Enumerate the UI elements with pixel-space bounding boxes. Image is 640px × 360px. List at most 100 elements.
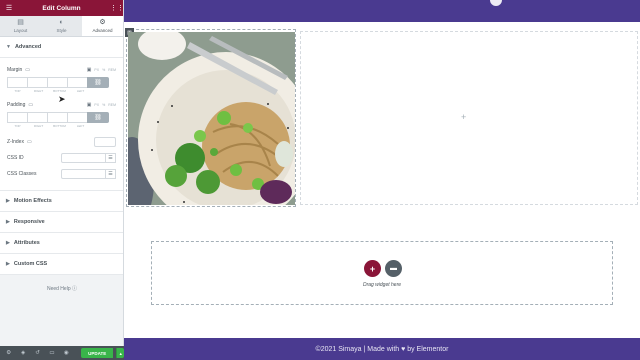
edit-units-icon[interactable]: ▣ <box>87 102 92 108</box>
css-classes-label: CSS Classes <box>7 171 37 177</box>
caret-down-icon: ▼ <box>6 44 11 50</box>
preview-icon[interactable]: ◉ <box>61 350 72 356</box>
edit-units-icon[interactable]: ▣ <box>87 67 92 73</box>
margin-right-input[interactable] <box>27 77 48 88</box>
section-label: Motion Effects <box>13 198 52 204</box>
advanced-controls: Margin ▭ ▣ PX % REM ⛓ TOP RIGHT BOTTOM L… <box>0 58 123 191</box>
unit-percent[interactable]: % <box>102 103 105 107</box>
section-motion-effects[interactable]: ▶ Motion Effects <box>0 191 123 212</box>
site-header-band <box>124 0 640 22</box>
unit-rem[interactable]: REM <box>108 68 116 72</box>
dynamic-tags-button[interactable]: ☰ <box>106 153 116 163</box>
add-section-button[interactable]: + <box>364 260 381 277</box>
padding-inputs: ⛓ <box>7 112 116 123</box>
section-label: Responsive <box>13 219 45 225</box>
desktop-icon[interactable]: ▭ <box>25 67 30 73</box>
tab-layout[interactable]: ▤ Layout <box>0 16 41 36</box>
caret-right-icon: ▶ <box>6 219 10 225</box>
site-footer: ©2021 Simaya | Made with ♥ by Elementor <box>124 338 640 360</box>
desktop-icon[interactable]: ▭ <box>27 139 32 145</box>
padding-right-input[interactable] <box>27 112 48 123</box>
mouse-cursor-icon: ➤ <box>58 94 66 104</box>
update-options-button[interactable]: ▲ <box>116 348 124 358</box>
database-icon: ☰ <box>108 155 113 161</box>
question-icon: ⓘ <box>72 286 78 292</box>
z-index-label: Z-Index <box>7 139 24 145</box>
padding-units: ▣ PX % REM <box>87 102 116 108</box>
padding-dimension-labels: TOP RIGHT BOTTOM LEFT <box>7 123 116 129</box>
desktop-icon[interactable]: ▭ <box>28 102 33 108</box>
caret-right-icon: ▶ <box>6 240 10 246</box>
dynamic-tags-button[interactable]: ☰ <box>106 169 116 179</box>
panel-footer: ⚙ ◈ ↺ ▭ ◉ UPDATE ▲ <box>0 346 124 360</box>
dim-label-right: RIGHT <box>33 124 44 128</box>
gear-icon: ⚙ <box>99 19 106 26</box>
section-custom-css[interactable]: ▶ Custom CSS <box>0 254 123 275</box>
dim-label-top: TOP <box>14 89 21 93</box>
unit-px[interactable]: PX <box>94 68 99 72</box>
panel-header: ☰ Edit Column ⋮⋮ <box>0 0 124 16</box>
dim-label-top: TOP <box>14 124 21 128</box>
need-help-label: Need Help <box>46 286 71 292</box>
tab-label: Advanced <box>92 28 113 33</box>
plus-icon: + <box>369 263 376 274</box>
css-id-control: CSS ID ☰ <box>7 150 116 166</box>
drop-zone[interactable]: + ▬ Drag widget here <box>151 241 613 305</box>
link-icon: ⛓ <box>94 115 102 121</box>
section-attributes[interactable]: ▶ Attributes <box>0 233 123 254</box>
tab-advanced[interactable]: ⚙ Advanced <box>82 16 123 36</box>
drop-zone-text: Drag widget here <box>362 282 402 288</box>
selected-column[interactable]: ▥ <box>125 28 296 207</box>
section-label: Attributes <box>13 240 40 246</box>
section-label: Custom CSS <box>13 261 48 267</box>
responsive-icon[interactable]: ▭ <box>46 350 57 356</box>
section-advanced[interactable]: ▼ Advanced <box>0 37 123 58</box>
margin-left-input[interactable] <box>67 77 88 88</box>
css-classes-input[interactable] <box>61 169 106 179</box>
need-help-link[interactable]: Need Help ⓘ <box>0 285 124 292</box>
settings-icon[interactable]: ⚙ <box>3 350 14 356</box>
navigator-icon[interactable]: ◈ <box>17 350 28 356</box>
padding-top-input[interactable] <box>7 112 28 123</box>
padding-label: Padding <box>7 102 26 108</box>
page-canvas: ▥ <box>124 0 640 360</box>
css-id-input[interactable] <box>61 153 106 163</box>
padding-bottom-input[interactable] <box>47 112 68 123</box>
dim-label-right: RIGHT <box>33 89 44 93</box>
margin-inputs: ⛓ <box>7 77 116 88</box>
add-element-icon[interactable]: + <box>461 113 466 122</box>
layout-icon: ▤ <box>17 19 24 26</box>
margin-top-input[interactable] <box>7 77 28 88</box>
dim-label-bottom: BOTTOM <box>53 124 66 128</box>
link-icon: ⛓ <box>94 80 102 86</box>
z-index-input[interactable] <box>94 137 116 147</box>
caret-up-icon: ▲ <box>118 350 123 356</box>
add-template-button[interactable]: ▬ <box>385 260 402 277</box>
unit-px[interactable]: PX <box>94 103 99 107</box>
folder-icon: ▬ <box>390 265 397 272</box>
dim-label-left: LEFT <box>76 124 85 128</box>
footer-text: ©2021 Simaya | Made with ♥ by Elementor <box>315 345 449 353</box>
section-responsive[interactable]: ▶ Responsive <box>0 212 123 233</box>
dim-label-left: LEFT <box>76 89 85 93</box>
margin-label: Margin <box>7 67 23 73</box>
empty-column[interactable]: + <box>300 31 638 205</box>
padding-left-input[interactable] <box>67 112 88 123</box>
css-id-label: CSS ID <box>7 155 24 161</box>
update-button[interactable]: UPDATE <box>81 348 114 358</box>
link-values-button[interactable]: ⛓ <box>87 112 109 123</box>
caret-right-icon: ▶ <box>6 261 10 267</box>
site-logo <box>490 0 502 6</box>
grid-icon[interactable]: ⋮⋮ <box>110 4 124 12</box>
food-image[interactable] <box>128 32 295 205</box>
database-icon: ☰ <box>108 171 113 177</box>
margin-bottom-input[interactable] <box>47 77 68 88</box>
tab-style[interactable]: ◐ Style <box>41 16 82 36</box>
drop-zone-buttons: + ▬ <box>364 260 402 277</box>
unit-percent[interactable]: % <box>102 68 105 72</box>
unit-rem[interactable]: REM <box>108 103 116 107</box>
css-classes-control: CSS Classes ☰ <box>7 166 116 182</box>
hamburger-icon[interactable]: ☰ <box>5 4 13 12</box>
link-values-button[interactable]: ⛓ <box>87 77 109 88</box>
history-icon[interactable]: ↺ <box>32 350 43 356</box>
